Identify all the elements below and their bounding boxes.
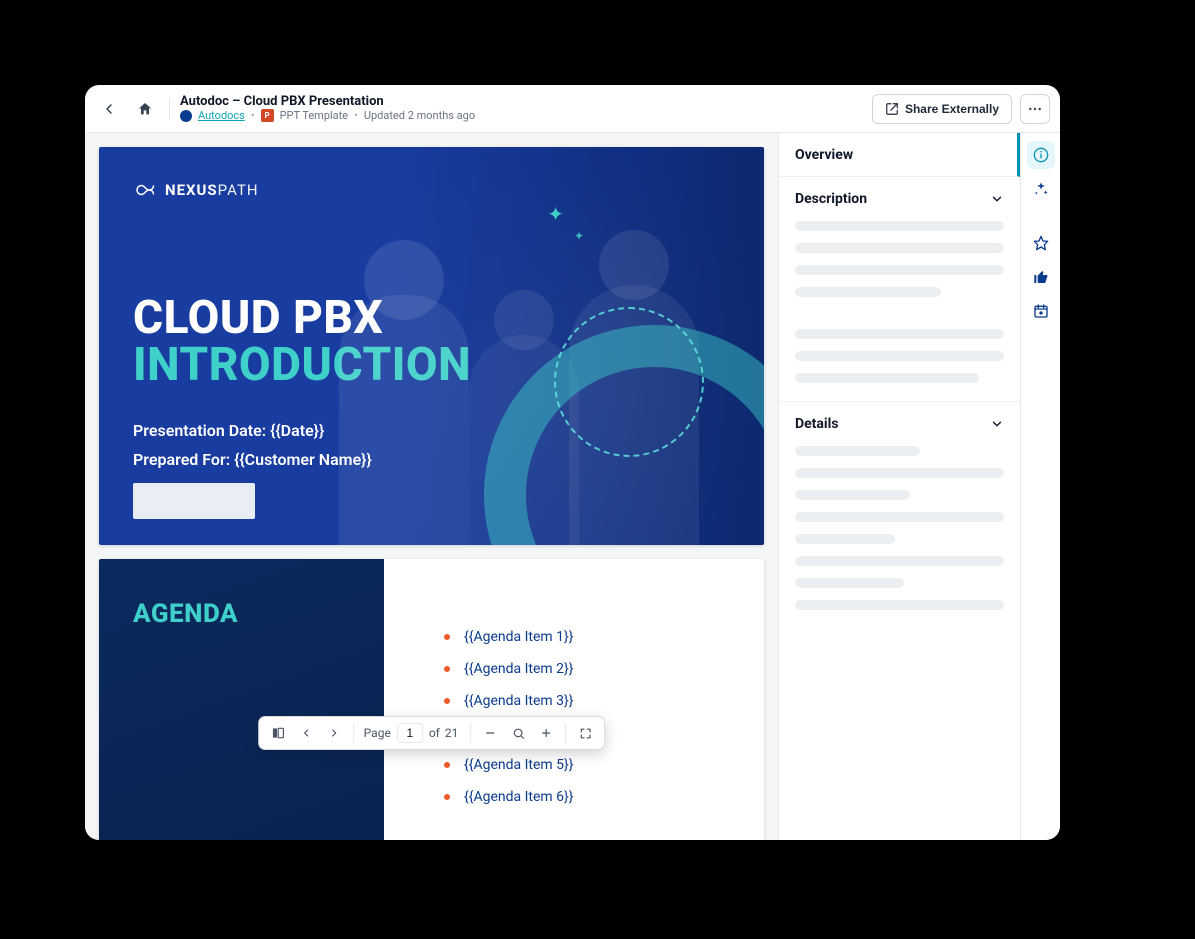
skeleton-line [795, 243, 1004, 253]
page-toolbar: Page of 21 [258, 716, 606, 750]
skeleton-line [795, 556, 1004, 566]
rail-favorite-button[interactable] [1027, 229, 1055, 257]
divider [565, 723, 566, 743]
divider [470, 723, 471, 743]
agenda-item: {{Agenda Item 5}} [444, 757, 704, 773]
section-details: Details [779, 402, 1020, 628]
page-label: Page [364, 726, 391, 740]
updated-label: Updated 2 months ago [364, 110, 475, 123]
brand-name-light: PATH [218, 181, 259, 199]
zoom-out-button[interactable] [477, 720, 503, 746]
next-page-button[interactable] [321, 720, 347, 746]
page-title: Autodoc – Cloud PBX Presentation [180, 95, 475, 110]
app-window: Autodoc – Cloud PBX Presentation Autodoc… [85, 85, 1060, 840]
separator-dot: • [251, 110, 255, 123]
section-description-title: Description [795, 191, 867, 207]
sparkles-icon [1033, 181, 1049, 197]
slide-2-sidebar: AGENDA [99, 559, 384, 840]
skeleton-line [795, 351, 1004, 361]
powerpoint-icon: P [261, 109, 274, 122]
agenda-item: {{Agenda Item 3}} [444, 693, 704, 709]
toggle-sidebar-button[interactable] [265, 720, 291, 746]
share-externally-button[interactable]: Share Externally [872, 94, 1012, 124]
more-options-button[interactable] [1020, 94, 1050, 124]
chevron-left-icon [300, 727, 312, 739]
panel-icon [271, 726, 285, 740]
skeleton-line [795, 534, 895, 544]
section-description-header[interactable]: Description [795, 191, 1004, 207]
chevron-right-icon [328, 727, 340, 739]
of-label: of [429, 726, 440, 740]
zoom-reset-button[interactable] [505, 720, 531, 746]
decorative-dashed-ring [554, 307, 704, 457]
logo-placeholder [133, 483, 255, 519]
share-externally-label: Share Externally [905, 102, 999, 116]
fullscreen-button[interactable] [572, 720, 598, 746]
chevron-down-icon [990, 192, 1004, 206]
info-icon [1033, 147, 1049, 163]
document-viewer[interactable]: ✦ ✦ NEXUSPATH CLOUD PBX INTRODUCTION Pre… [85, 133, 778, 840]
infinity-icon [133, 182, 157, 198]
minus-icon [484, 727, 496, 739]
page-input[interactable] [400, 726, 420, 740]
separator-dot: • [354, 110, 358, 123]
calendar-icon [1033, 303, 1049, 319]
skeleton-line [795, 490, 910, 500]
divider [353, 723, 354, 743]
slide-2-content: {{Agenda Item 1}} {{Agenda Item 2}} {{Ag… [384, 559, 764, 840]
skeleton-line [795, 265, 1004, 275]
skeleton-line [795, 578, 904, 588]
chevron-down-icon [990, 417, 1004, 431]
tab-overview[interactable]: Overview [779, 133, 1020, 177]
agenda-item: {{Agenda Item 6}} [444, 789, 704, 805]
rail-ai-button[interactable] [1027, 175, 1055, 203]
sparkle-icon: ✦ [547, 202, 564, 226]
total-pages: 21 [445, 726, 459, 740]
skeleton-line [795, 373, 979, 383]
sparkle-icon: ✦ [574, 229, 584, 243]
agenda-heading: AGENDA [133, 599, 350, 629]
skeleton-line [795, 468, 1004, 478]
rail-calendar-button[interactable] [1027, 297, 1055, 325]
section-details-title: Details [795, 416, 839, 432]
icon-rail [1020, 133, 1060, 840]
agenda-item: {{Agenda Item 1}} [444, 629, 704, 645]
rail-like-button[interactable] [1027, 263, 1055, 291]
brand-name-strong: NEXUS [165, 181, 218, 199]
home-button[interactable] [131, 95, 159, 123]
magnifier-icon [512, 727, 525, 740]
thumbs-up-icon [1033, 269, 1049, 285]
title-block: Autodoc – Cloud PBX Presentation Autodoc… [180, 95, 475, 123]
slide-2: AGENDA {{Agenda Item 1}} {{Agenda Item 2… [99, 559, 764, 840]
person-silhouette [339, 295, 469, 545]
ellipsis-icon [1027, 101, 1043, 117]
star-icon [1033, 235, 1049, 251]
expand-icon [579, 727, 592, 740]
filetype-label: PPT Template [280, 110, 349, 123]
prev-page-button[interactable] [293, 720, 319, 746]
breadcrumb-link[interactable]: Autodocs [198, 110, 245, 123]
section-description: Description [779, 177, 1020, 402]
skeleton-line [795, 287, 941, 297]
breadcrumb-icon [180, 110, 192, 122]
skeleton-line [795, 329, 1004, 339]
slide-1: ✦ ✦ NEXUSPATH CLOUD PBX INTRODUCTION Pre… [99, 147, 764, 545]
share-icon [885, 102, 899, 116]
skeleton-line [795, 600, 1004, 610]
info-panel: Overview Description [778, 133, 1020, 840]
brand-logo: NEXUSPATH [133, 181, 730, 199]
header-bar: Autodoc – Cloud PBX Presentation Autodoc… [85, 85, 1060, 133]
skeleton-line [795, 221, 1004, 231]
plus-icon [540, 727, 552, 739]
skeleton-line [795, 446, 920, 456]
skeleton-line [795, 512, 1004, 522]
zoom-in-button[interactable] [533, 720, 559, 746]
agenda-item: {{Agenda Item 2}} [444, 661, 704, 677]
section-details-header[interactable]: Details [795, 416, 1004, 432]
back-button[interactable] [95, 95, 123, 123]
divider [169, 98, 170, 120]
rail-info-button[interactable] [1027, 141, 1055, 169]
